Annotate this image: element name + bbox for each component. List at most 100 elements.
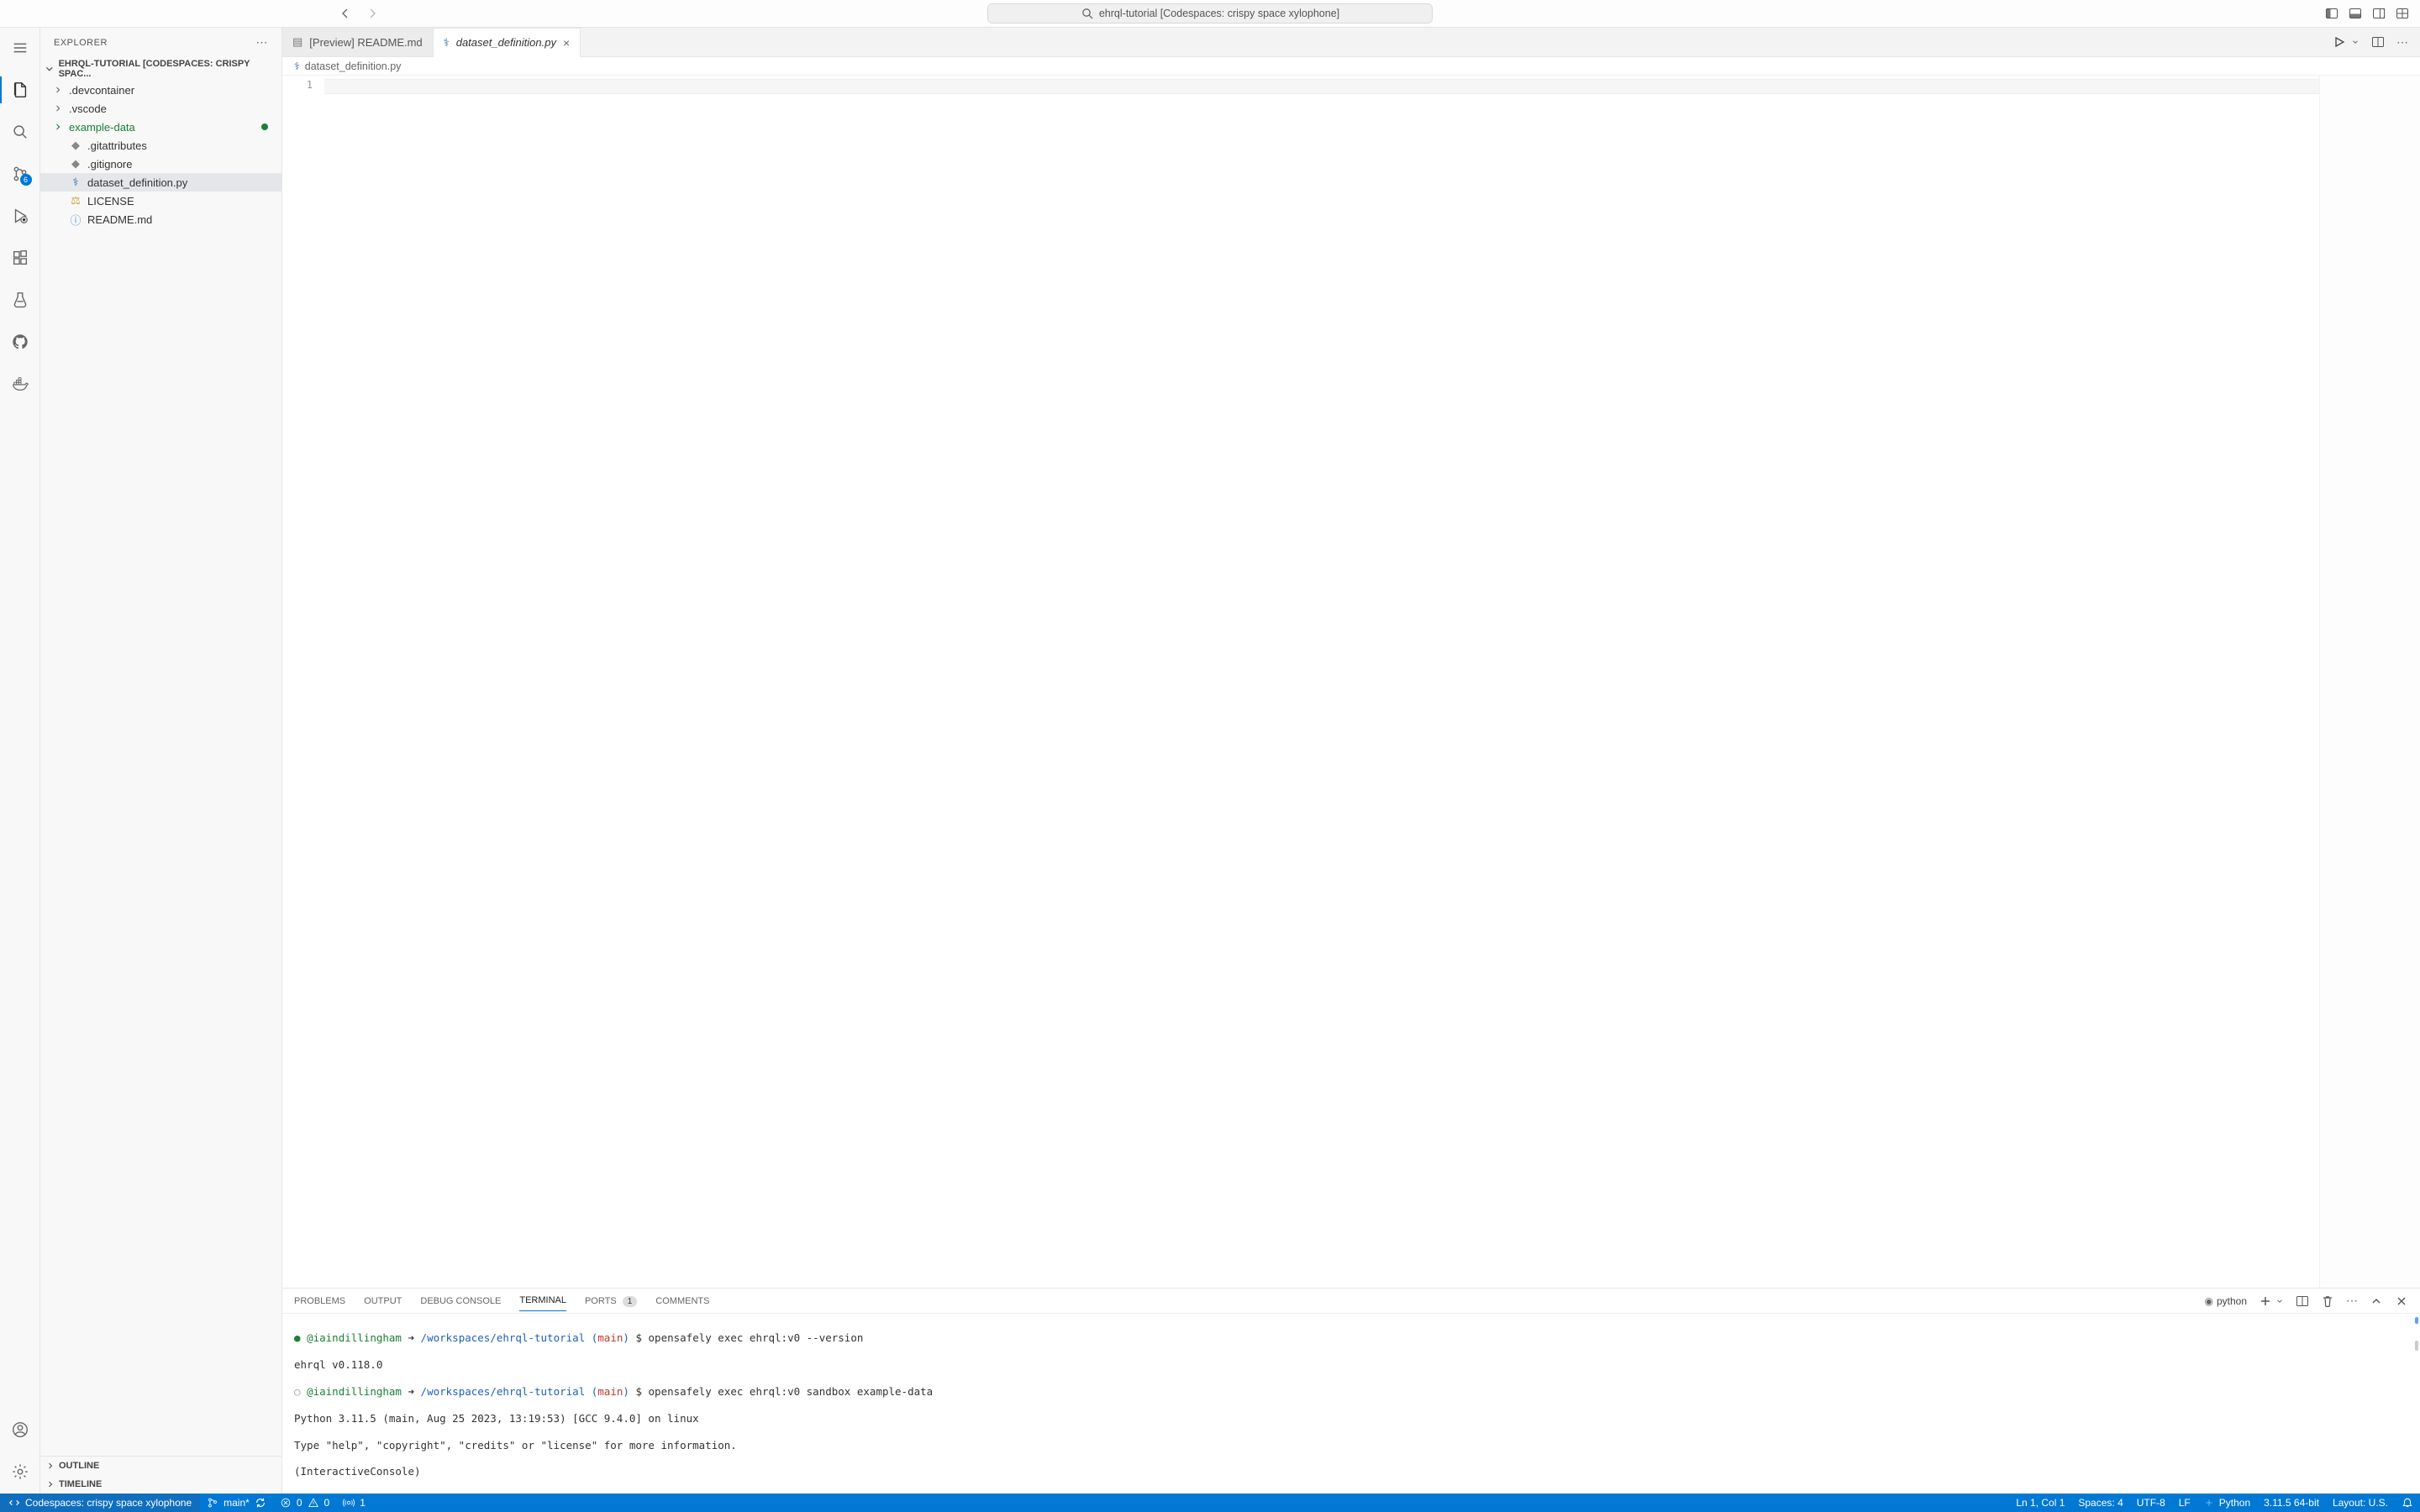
- command-center-text: ehrql-tutorial [Codespaces: crispy space…: [1099, 8, 1339, 19]
- timeline-label: TIMELINE: [59, 1479, 102, 1489]
- panel-tab-debug-console[interactable]: DEBUG CONSOLE: [420, 1291, 501, 1311]
- new-terminal-button[interactable]: [2259, 1294, 2272, 1308]
- editor-tab[interactable]: ▤ [Preview] README.md: [282, 28, 434, 56]
- folder-root-header[interactable]: EHRQL-TUTORIAL [CODESPACES: CRISPY SPAC.…: [40, 57, 281, 81]
- github-view-button[interactable]: [7, 328, 34, 355]
- settings-gear-button[interactable]: [7, 1458, 34, 1485]
- code-editor[interactable]: [324, 76, 2319, 1288]
- keyboard-layout-indicator[interactable]: Layout: U.S.: [2326, 1494, 2395, 1512]
- file-icon: ◆: [69, 157, 82, 171]
- warning-count: 0: [324, 1497, 330, 1509]
- minimap[interactable]: [2319, 76, 2420, 1288]
- tree-folder[interactable]: .devcontainer: [40, 81, 281, 99]
- file-icon: ◆: [69, 139, 82, 152]
- cursor-position[interactable]: Ln 1, Col 1: [2009, 1494, 2071, 1512]
- problems-indicator[interactable]: 0 0: [273, 1494, 336, 1512]
- remote-label: Codespaces: crispy space xylophone: [25, 1497, 192, 1509]
- command-center[interactable]: ehrql-tutorial [Codespaces: crispy space…: [987, 3, 1433, 24]
- remote-indicator[interactable]: Codespaces: crispy space xylophone: [0, 1494, 200, 1512]
- panel-tab-terminal[interactable]: TERMINAL: [519, 1290, 566, 1311]
- explorer-view-button[interactable]: [7, 76, 34, 103]
- close-panel-icon[interactable]: [2395, 1294, 2408, 1308]
- explorer-more-icon[interactable]: ⋯: [256, 35, 269, 50]
- new-terminal-dropdown-icon[interactable]: [2275, 1297, 2284, 1305]
- outline-label: OUTLINE: [59, 1461, 99, 1471]
- docker-view-button[interactable]: [7, 370, 34, 397]
- branch-indicator[interactable]: main*: [200, 1494, 273, 1512]
- run-debug-view-button[interactable]: [7, 202, 34, 229]
- panel-tab-comments[interactable]: COMMENTS: [655, 1291, 709, 1311]
- editor-more-icon[interactable]: ⋯: [2396, 35, 2408, 50]
- python-file-icon: ⚕: [69, 176, 82, 189]
- maximize-panel-icon[interactable]: [2370, 1294, 2383, 1308]
- split-terminal-icon[interactable]: [2296, 1294, 2309, 1308]
- encoding-indicator[interactable]: UTF-8: [2130, 1494, 2172, 1512]
- tree-item-label: dataset_definition.py: [87, 176, 187, 189]
- license-file-icon: ⚖: [69, 194, 82, 207]
- python-icon: ◉: [2204, 1295, 2212, 1307]
- tree-folder[interactable]: .vscode: [40, 99, 281, 118]
- tree-file[interactable]: ⚕ dataset_definition.py: [40, 173, 281, 192]
- split-editor-icon[interactable]: [2371, 35, 2385, 49]
- tree-file[interactable]: ⓘ README.md: [40, 210, 281, 228]
- toggle-panel-icon[interactable]: [2348, 6, 2363, 21]
- breadcrumb-file: dataset_definition.py: [305, 60, 402, 72]
- terminal-scroll-indicator: [2415, 1317, 2418, 1324]
- tab-label: [Preview] README.md: [309, 36, 422, 49]
- close-tab-icon[interactable]: ×: [563, 36, 570, 50]
- toggle-secondary-sidebar-icon[interactable]: [2371, 6, 2386, 21]
- customize-layout-icon[interactable]: [2395, 6, 2410, 21]
- indentation-indicator[interactable]: Spaces: 4: [2071, 1494, 2129, 1512]
- branch-name: main*: [224, 1497, 250, 1509]
- tree-file[interactable]: ◆ .gitignore: [40, 155, 281, 173]
- toggle-primary-sidebar-icon[interactable]: [2324, 6, 2339, 21]
- tree-folder[interactable]: example-data: [40, 118, 281, 136]
- tree-item-label: .vscode: [69, 102, 107, 115]
- explorer-panel: EXPLORER ⋯ EHRQL-TUTORIAL [CODESPACES: C…: [40, 28, 282, 1494]
- breadcrumbs[interactable]: ⚕ dataset_definition.py: [282, 57, 2420, 76]
- error-count: 0: [297, 1497, 302, 1509]
- preview-icon: ▤: [292, 35, 302, 49]
- run-dropdown-icon[interactable]: [2351, 38, 2360, 46]
- run-file-button[interactable]: [2333, 35, 2346, 49]
- terminal-scrollbar[interactable]: [2415, 1341, 2418, 1351]
- tree-item-label: .gitignore: [87, 158, 132, 171]
- status-bar: Codespaces: crispy space xylophone main*…: [0, 1494, 2420, 1512]
- timeline-section-header[interactable]: TIMELINE: [40, 1475, 281, 1494]
- editor-tab[interactable]: ⚕ dataset_definition.py ×: [434, 28, 581, 57]
- outline-section-header[interactable]: OUTLINE: [40, 1457, 281, 1475]
- panel-tab-problems[interactable]: PROBLEMS: [294, 1291, 345, 1311]
- ports-indicator[interactable]: 1: [336, 1494, 372, 1512]
- activity-bar: 6: [0, 28, 40, 1494]
- modified-indicator-icon: [261, 123, 268, 130]
- sync-icon[interactable]: [255, 1497, 266, 1509]
- panel-tab-output[interactable]: OUTPUT: [364, 1291, 402, 1311]
- kill-terminal-icon[interactable]: [2321, 1294, 2334, 1308]
- file-tree: .devcontainer .vscode example-data ◆ .gi…: [40, 81, 281, 1456]
- tree-item-label: LICENSE: [87, 195, 134, 207]
- accounts-button[interactable]: [7, 1416, 34, 1443]
- nav-forward-button[interactable]: [363, 4, 381, 23]
- tree-file[interactable]: ⚖ LICENSE: [40, 192, 281, 210]
- language-mode-indicator[interactable]: Python: [2197, 1494, 2257, 1512]
- folder-root-label: EHRQL-TUTORIAL [CODESPACES: CRISPY SPAC.…: [59, 59, 278, 79]
- bottom-panel: PROBLEMS OUTPUT DEBUG CONSOLE TERMINAL P…: [282, 1288, 2420, 1494]
- search-view-button[interactable]: [7, 118, 34, 145]
- python-interpreter-indicator[interactable]: 3.11.5 64-bit: [2257, 1494, 2326, 1512]
- terminal-kind-selector[interactable]: ◉ python: [2204, 1295, 2247, 1307]
- menu-button[interactable]: [7, 34, 34, 61]
- testing-view-button[interactable]: [7, 286, 34, 313]
- editor-area: ▤ [Preview] README.md ⚕ dataset_definiti…: [282, 28, 2420, 1494]
- editor-tabs: ▤ [Preview] README.md ⚕ dataset_definiti…: [282, 28, 2420, 57]
- ports-label: PORTS: [585, 1296, 617, 1306]
- eol-indicator[interactable]: LF: [2172, 1494, 2197, 1512]
- panel-tab-ports[interactable]: PORTS 1: [585, 1291, 637, 1311]
- source-control-view-button[interactable]: 6: [7, 160, 34, 187]
- editor-gutter: 1: [282, 76, 324, 1288]
- notifications-button[interactable]: [2395, 1494, 2420, 1512]
- panel-more-icon[interactable]: ⋯: [2346, 1294, 2358, 1308]
- terminal[interactable]: ● @iaindillingham ➜ /workspaces/ehrql-tu…: [282, 1314, 2420, 1494]
- extensions-view-button[interactable]: [7, 244, 34, 271]
- tree-file[interactable]: ◆ .gitattributes: [40, 136, 281, 155]
- nav-back-button[interactable]: [336, 4, 355, 23]
